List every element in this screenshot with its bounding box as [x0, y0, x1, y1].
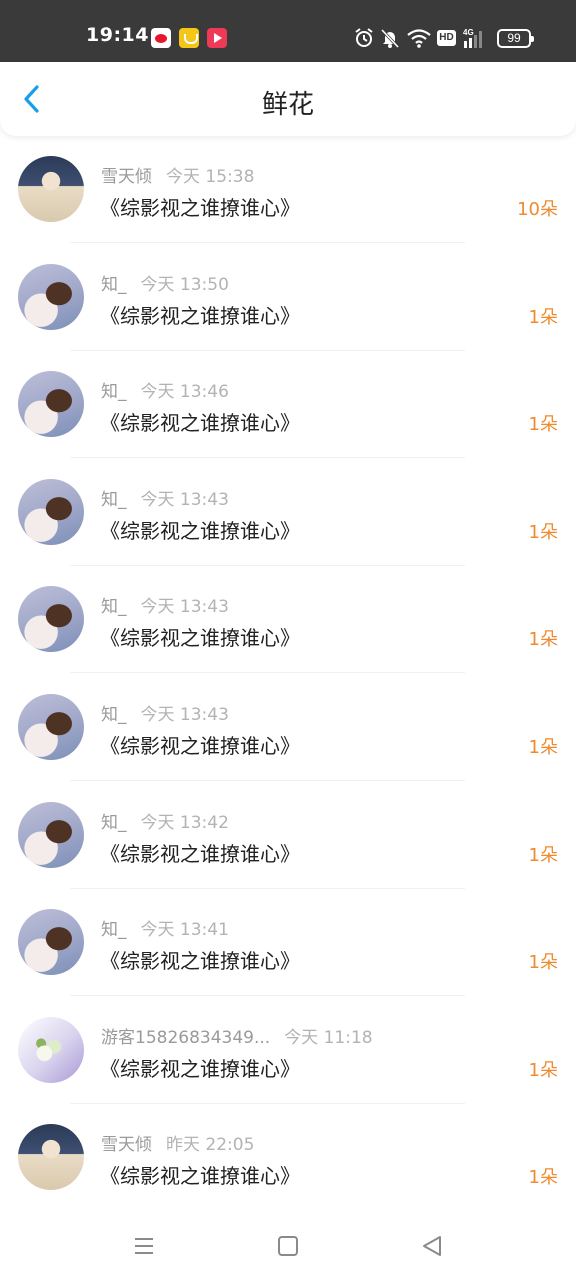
- flower-count: 1朵: [528, 844, 558, 866]
- divider: [70, 242, 465, 243]
- mute-icon: [380, 28, 400, 49]
- avatar[interactable]: [18, 693, 84, 760]
- record-time: 今天 15:38: [166, 167, 255, 187]
- avatar[interactable]: [18, 586, 84, 653]
- avatar[interactable]: [18, 156, 84, 222]
- divider: [70, 995, 465, 997]
- flower-records-list: 雪天倾 今天 15:38 《综影视之谁撩谁心》 10朵 知_ 今天 13:50 《综…: [0, 144, 576, 1220]
- signal-4g-icon: 4G: [463, 28, 482, 48]
- record-time: 今天 13:46: [140, 382, 229, 403]
- flower-count: 1朵: [528, 736, 558, 758]
- status-bar: 19:14 HD 4G 99: [0, 0, 576, 62]
- book-title: 《综影视之谁撩谁心》: [100, 1164, 300, 1189]
- divider: [70, 564, 465, 566]
- book-title: 《综影视之谁撩谁心》: [100, 626, 300, 651]
- username: 知_: [101, 704, 127, 725]
- username: 雪天倾: [101, 167, 152, 187]
- weibo-icon: [151, 28, 171, 48]
- flower-count: 1朵: [528, 521, 558, 543]
- record-time: 今天 13:41: [140, 920, 229, 941]
- username: 知_: [101, 274, 127, 295]
- avatar[interactable]: [18, 1124, 84, 1191]
- username: 知_: [101, 920, 127, 941]
- status-time: 19:14: [86, 24, 149, 46]
- flower-count: 1朵: [528, 952, 558, 974]
- battery-icon: 99: [497, 29, 534, 48]
- record-time: 今天 13:42: [140, 812, 229, 833]
- username: 雪天倾: [101, 1135, 152, 1156]
- video-app-icon: [207, 28, 227, 48]
- list-item[interactable]: 知_ 今天 13:43 《综影视之谁撩谁心》 1朵: [0, 574, 576, 682]
- system-nav-bar: [0, 1212, 576, 1280]
- flower-count: 10朵: [517, 199, 558, 220]
- avatar[interactable]: [18, 263, 84, 330]
- username: 游客15826834349...: [101, 1027, 271, 1048]
- avatar[interactable]: [18, 1016, 84, 1083]
- book-title: 《综影视之谁撩谁心》: [100, 1056, 300, 1081]
- yellow-app-icon: [179, 28, 199, 48]
- home-square-icon[interactable]: [270, 1228, 306, 1264]
- record-time: 昨天 22:05: [166, 1135, 255, 1156]
- list-item[interactable]: 知_ 今天 13:46 《综影视之谁撩谁心》 1朵: [0, 359, 576, 467]
- book-title: 《综影视之谁撩谁心》: [100, 518, 300, 543]
- back-triangle-icon[interactable]: [414, 1228, 450, 1264]
- wifi-icon: [407, 29, 431, 48]
- record-time: 今天 13:43: [140, 489, 229, 510]
- list-item[interactable]: 知_ 今天 13:41 《综影视之谁撩谁心》 1朵: [0, 897, 576, 1005]
- username: 知_: [101, 382, 127, 403]
- divider: [70, 779, 465, 781]
- page-title: 鲜花: [261, 90, 314, 120]
- username: 知_: [101, 489, 127, 510]
- book-title: 《综影视之谁撩谁心》: [100, 949, 300, 974]
- book-title: 《综影视之谁撩谁心》: [100, 303, 300, 328]
- alarm-icon: [355, 28, 373, 47]
- username: 知_: [101, 597, 127, 618]
- divider: [70, 672, 465, 674]
- book-title: 《综影视之谁撩谁心》: [100, 196, 300, 220]
- svg-text:4G: 4G: [463, 28, 474, 37]
- list-item[interactable]: 知_ 今天 13:43 《综影视之谁撩谁心》 1朵: [0, 467, 576, 575]
- flower-count: 1朵: [528, 1059, 558, 1081]
- menu-icon[interactable]: [126, 1228, 162, 1264]
- avatar[interactable]: [18, 801, 84, 868]
- divider: [70, 457, 465, 459]
- list-item[interactable]: 雪天倾 今天 15:38 《综影视之谁撩谁心》 10朵: [0, 144, 576, 252]
- list-item[interactable]: 知_ 今天 13:50 《综影视之谁撩谁心》 1朵: [0, 252, 576, 360]
- book-title: 《综影视之谁撩谁心》: [100, 411, 300, 436]
- list-item[interactable]: 游客15826834349... 今天 11:18 《综影视之谁撩谁心》 1朵: [0, 1005, 576, 1113]
- avatar[interactable]: [18, 371, 84, 438]
- flower-count: 1朵: [528, 1167, 558, 1189]
- avatar[interactable]: [18, 478, 84, 545]
- divider: [70, 887, 465, 889]
- flower-count: 1朵: [528, 306, 558, 328]
- record-time: 今天 13:50: [140, 274, 229, 295]
- avatar[interactable]: [18, 909, 84, 976]
- hd-icon: HD: [437, 30, 456, 46]
- list-item[interactable]: 知_ 今天 13:43 《综影视之谁撩谁心》 1朵: [0, 682, 576, 790]
- header: 鲜花: [0, 62, 576, 136]
- username: 知_: [101, 812, 127, 833]
- book-title: 《综影视之谁撩谁心》: [100, 733, 300, 758]
- book-title: 《综影视之谁撩谁心》: [100, 841, 300, 866]
- record-time: 今天 11:18: [284, 1027, 373, 1048]
- list-item[interactable]: 雪天倾 昨天 22:05 《综影视之谁撩谁心》 1朵: [0, 1112, 576, 1220]
- record-time: 今天 13:43: [140, 704, 229, 725]
- list-item[interactable]: 知_ 今天 13:42 《综影视之谁撩谁心》 1朵: [0, 790, 576, 898]
- flower-count: 1朵: [528, 414, 558, 436]
- flower-count: 1朵: [528, 629, 558, 651]
- divider: [70, 1102, 465, 1104]
- record-time: 今天 13:43: [140, 597, 229, 618]
- divider: [70, 349, 465, 351]
